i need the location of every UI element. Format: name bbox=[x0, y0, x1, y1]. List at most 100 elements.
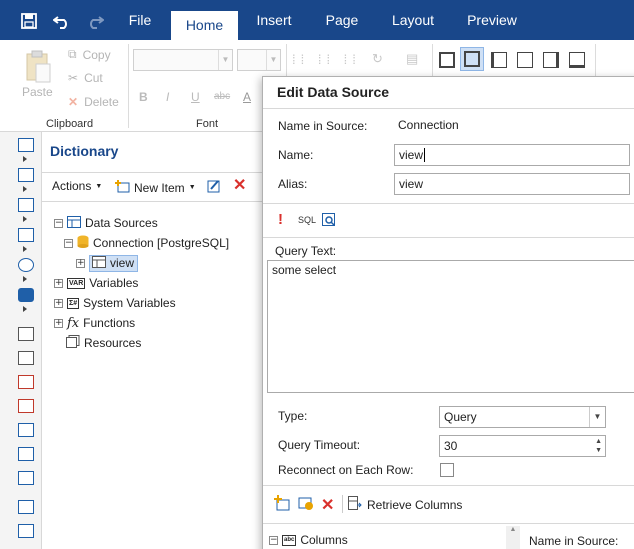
page-header-band-icon[interactable] bbox=[18, 138, 34, 152]
scrollbar[interactable]: ▲ bbox=[506, 526, 520, 549]
tab-file[interactable]: File bbox=[118, 0, 162, 40]
paste-label[interactable]: Paste bbox=[22, 85, 53, 99]
tab-layout[interactable]: Layout bbox=[384, 0, 442, 40]
border-all-icon[interactable] bbox=[439, 52, 455, 68]
chevron-down-icon: ▼ bbox=[188, 184, 196, 191]
chevron-right-icon[interactable] bbox=[23, 216, 27, 222]
chevron-down-icon[interactable]: ▼ bbox=[589, 407, 605, 427]
text-component-icon[interactable] bbox=[18, 327, 34, 341]
actions-label: Actions bbox=[52, 179, 92, 193]
copy-button[interactable]: ⧉ Copy bbox=[68, 47, 111, 62]
components-icon[interactable] bbox=[18, 288, 34, 302]
shapes-icon[interactable] bbox=[18, 258, 34, 272]
redo-icon[interactable] bbox=[84, 10, 106, 32]
paste-icon[interactable] bbox=[24, 50, 52, 87]
tree-node-system-variables[interactable]: + Σ# System Variables bbox=[54, 294, 176, 312]
expand-icon[interactable]: + bbox=[76, 258, 85, 268]
tab-page[interactable]: Page bbox=[316, 0, 368, 40]
collapse-icon[interactable]: − bbox=[54, 218, 63, 228]
cut-button[interactable]: ✂ Cut bbox=[68, 71, 103, 85]
bold-button[interactable]: B bbox=[139, 90, 148, 104]
save-icon[interactable] bbox=[18, 10, 40, 32]
font-color-button[interactable]: A bbox=[243, 90, 251, 104]
data-band-icon[interactable] bbox=[18, 228, 34, 242]
font-size-combo[interactable]: ▼ bbox=[237, 49, 281, 71]
query-text-area[interactable]: some select bbox=[267, 260, 634, 393]
font-name-combo[interactable]: ▼ bbox=[133, 49, 233, 71]
timeout-value: 30 bbox=[444, 439, 458, 453]
new-column-icon[interactable] bbox=[274, 495, 290, 511]
new-item-button[interactable]: New Item ▼ bbox=[114, 179, 196, 196]
image-icon[interactable] bbox=[18, 524, 34, 538]
collapse-icon[interactable]: − bbox=[269, 535, 278, 545]
tree-node-connection[interactable]: − Connection [PostgreSQL] bbox=[64, 234, 229, 252]
collapse-icon[interactable]: − bbox=[64, 238, 73, 248]
calculated-column-icon[interactable] bbox=[298, 495, 314, 511]
border-selected-icon[interactable] bbox=[460, 47, 484, 71]
chevron-right-icon[interactable] bbox=[23, 306, 27, 312]
barcode-icon[interactable] bbox=[18, 500, 34, 514]
rotate-icon[interactable]: ↻ bbox=[372, 51, 383, 67]
header-band-icon[interactable] bbox=[18, 198, 34, 212]
text-box-icon[interactable] bbox=[18, 375, 34, 389]
delete-button[interactable]: ✕ Delete bbox=[68, 95, 119, 109]
name-in-source-field[interactable]: Connection bbox=[394, 115, 630, 137]
expand-icon[interactable]: + bbox=[54, 278, 63, 288]
border-left-icon[interactable] bbox=[491, 52, 507, 68]
delete-column-icon[interactable]: ✕ bbox=[321, 495, 334, 515]
scroll-up-icon[interactable]: ▲ bbox=[506, 526, 520, 533]
name-field[interactable]: view bbox=[394, 144, 630, 166]
label-icon[interactable] bbox=[18, 399, 34, 413]
divider bbox=[263, 108, 634, 109]
actions-menu-button[interactable]: Actions ▼ bbox=[52, 179, 102, 193]
tree-node-columns[interactable]: − abc Columns bbox=[269, 531, 348, 549]
chevron-down-icon: ▼ bbox=[218, 50, 232, 70]
table-icon[interactable] bbox=[18, 471, 34, 485]
tree-node-variables[interactable]: + VAR Variables bbox=[54, 274, 138, 292]
tab-insert[interactable]: Insert bbox=[248, 0, 300, 40]
query-builder-icon[interactable] bbox=[322, 213, 336, 227]
tree-node-data-sources[interactable]: − Data Sources bbox=[54, 214, 158, 232]
tree-node-resources[interactable]: Resources bbox=[66, 334, 141, 352]
underline-button[interactable]: U bbox=[191, 90, 200, 104]
tree-node-view[interactable]: + view bbox=[76, 254, 139, 272]
divider bbox=[263, 237, 634, 238]
spin-down-icon[interactable]: ▼ bbox=[595, 447, 602, 455]
strikethrough-button[interactable]: abc bbox=[214, 91, 230, 102]
type-select[interactable]: Query ▼ bbox=[439, 406, 606, 428]
reconnect-checkbox[interactable] bbox=[440, 463, 454, 477]
chevron-right-icon[interactable] bbox=[23, 276, 27, 282]
format-painter-icon[interactable]: ▤ bbox=[406, 51, 418, 67]
selected-node[interactable]: view bbox=[89, 254, 139, 272]
expand-icon[interactable]: + bbox=[54, 298, 63, 308]
expand-icon[interactable]: + bbox=[54, 318, 63, 328]
query-timeout-label: Query Timeout: bbox=[278, 438, 361, 452]
border-bottom-icon[interactable] bbox=[569, 52, 585, 68]
edit-button[interactable] bbox=[207, 179, 221, 196]
menu-bar: File Home Insert Page Layout Preview bbox=[0, 0, 634, 40]
chevron-right-icon[interactable] bbox=[23, 186, 27, 192]
border-right-icon[interactable] bbox=[543, 52, 559, 68]
report-title-band-icon[interactable] bbox=[18, 168, 34, 182]
spin-up-icon[interactable]: ▲ bbox=[595, 438, 602, 446]
retrieve-columns-button[interactable]: Retrieve Columns bbox=[348, 496, 462, 513]
rich-text-icon[interactable] bbox=[18, 351, 34, 365]
italic-button[interactable]: I bbox=[166, 90, 169, 104]
tree-node-functions[interactable]: + fx Functions bbox=[54, 314, 135, 332]
delete-item-button[interactable]: ✕ bbox=[233, 178, 246, 194]
tab-preview[interactable]: Preview bbox=[460, 0, 524, 40]
copy-label: Copy bbox=[82, 47, 111, 62]
tab-home[interactable]: Home bbox=[171, 11, 238, 40]
query-timeout-spinner[interactable]: 30 ▲ ▼ bbox=[439, 435, 606, 457]
chevron-right-icon[interactable] bbox=[23, 246, 27, 252]
exclamation-icon[interactable]: ! bbox=[278, 211, 283, 228]
border-none-icon[interactable] bbox=[517, 52, 533, 68]
panel-icon[interactable] bbox=[18, 423, 34, 437]
undo-icon[interactable] bbox=[51, 10, 73, 32]
delete-icon: ✕ bbox=[68, 95, 79, 109]
name-in-source-label: Name in Source: bbox=[278, 119, 368, 133]
alias-field[interactable]: view bbox=[394, 173, 630, 195]
chevron-right-icon[interactable] bbox=[23, 156, 27, 162]
footer-icon[interactable] bbox=[18, 447, 34, 461]
sql-button[interactable]: SQL bbox=[298, 215, 316, 225]
